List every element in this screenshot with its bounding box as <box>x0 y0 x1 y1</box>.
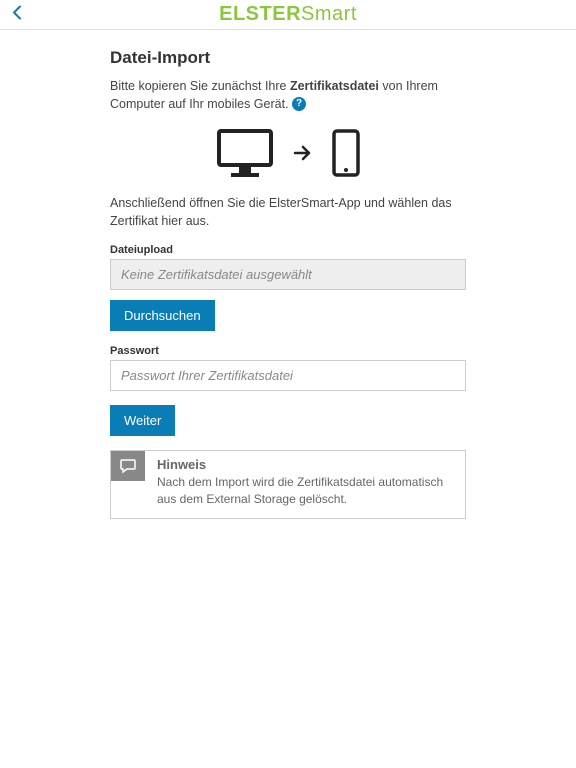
hint-box: Hinweis Nach dem Import wird die Zertifi… <box>110 450 466 519</box>
continue-button[interactable]: Weiter <box>110 405 175 436</box>
desktop-icon <box>215 127 275 179</box>
speech-bubble-icon <box>119 457 137 475</box>
page-title: Datei-Import <box>110 48 466 68</box>
transfer-diagram <box>110 127 466 179</box>
hint-text: Nach dem Import wird die Zertifikatsdate… <box>157 474 453 508</box>
password-label: Passwort <box>110 345 466 357</box>
logo-light-text: Smart <box>301 3 357 25</box>
mobile-icon <box>331 128 361 178</box>
file-upload-display[interactable]: Keine Zertifikatsdatei ausgewählt <box>110 259 466 290</box>
help-icon[interactable]: ? <box>292 97 306 111</box>
back-button[interactable] <box>8 0 26 29</box>
logo-bold-text: ELSTER <box>219 3 301 25</box>
app-header: ELSTERSmart <box>0 0 576 30</box>
arrow-right-icon <box>293 143 313 163</box>
sub-text: Anschließend öffnen Sie die ElsterSmart-… <box>110 195 466 230</box>
browse-button[interactable]: Durchsuchen <box>110 300 215 331</box>
password-input[interactable] <box>110 360 466 391</box>
app-logo: ELSTERSmart <box>219 3 357 26</box>
intro-bold: Zertifikatsdatei <box>290 79 379 93</box>
intro-pre: Bitte kopieren Sie zunächst Ihre <box>110 79 290 93</box>
intro-text: Bitte kopieren Sie zunächst Ihre Zertifi… <box>110 78 466 113</box>
main-content: Datei-Import Bitte kopieren Sie zunächst… <box>0 30 576 519</box>
hint-title: Hinweis <box>157 457 453 472</box>
hint-content: Hinweis Nach dem Import wird die Zertifi… <box>145 451 465 518</box>
hint-icon-container <box>111 451 145 481</box>
file-upload-label: Dateiupload <box>110 244 466 256</box>
chevron-left-icon <box>12 4 22 20</box>
